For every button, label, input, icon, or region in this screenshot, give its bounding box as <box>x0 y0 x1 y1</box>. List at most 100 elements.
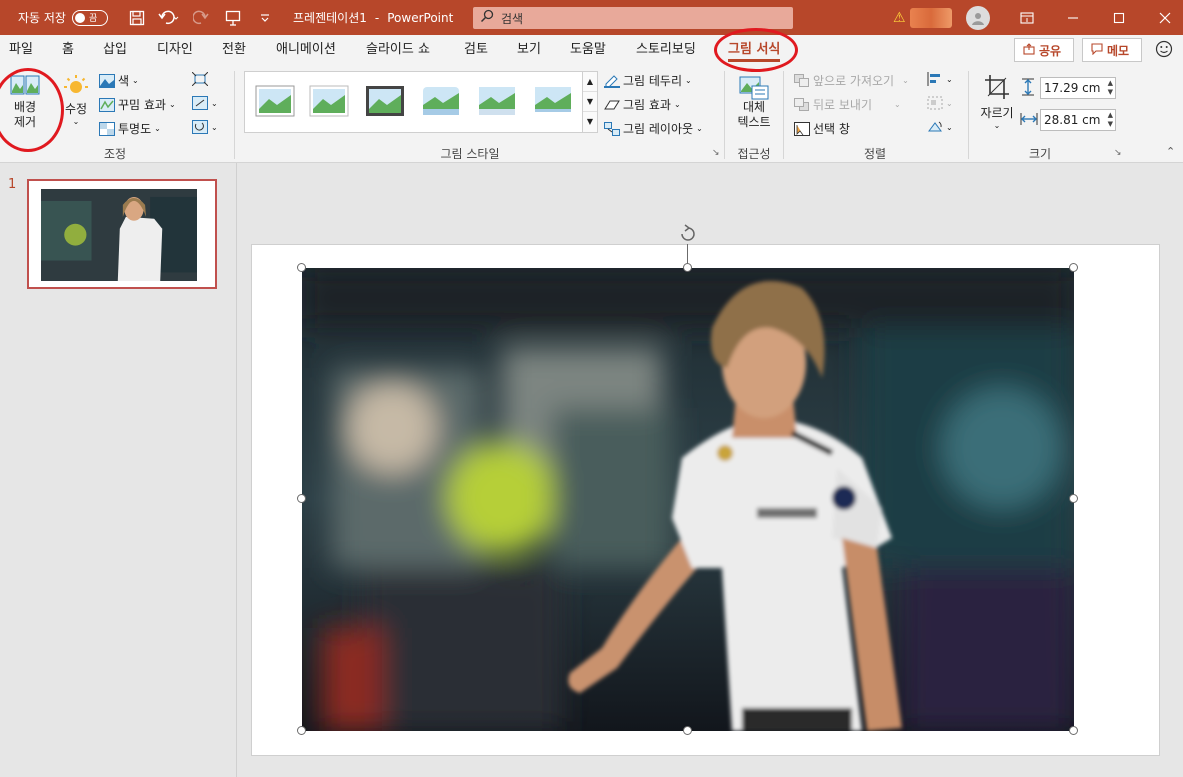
scroll-down-icon[interactable]: ▼ <box>583 92 597 112</box>
maximize-icon[interactable] <box>1096 0 1142 35</box>
width-spinner-icon[interactable]: ▲ ▼ <box>1108 111 1113 129</box>
style-thumb[interactable] <box>421 85 461 117</box>
resize-handle-top-right[interactable] <box>1069 263 1078 272</box>
collapse-ribbon-icon[interactable]: ⌃ <box>1166 145 1175 158</box>
align-button[interactable]: ⌄ <box>927 72 953 86</box>
height-spinner-icon[interactable]: ▲ ▼ <box>1108 79 1113 97</box>
title-separator: - <box>374 10 380 25</box>
bring-forward-label: 앞으로 가져오기 <box>813 74 895 88</box>
arrange-group-label: 정렬 <box>863 147 887 161</box>
width-field[interactable]: 28.81 cm ▲ ▼ <box>1040 109 1116 131</box>
chevron-down-icon: ⌄ <box>685 76 692 85</box>
chevron-down-icon: ⌄ <box>154 124 161 133</box>
tab-insert[interactable]: 삽입 <box>103 35 127 65</box>
resize-handle-bottom[interactable] <box>683 726 692 735</box>
tab-slideshow[interactable]: 슬라이드 쇼 <box>366 35 430 65</box>
tab-review[interactable]: 검토 <box>464 35 488 65</box>
crop-label: 자르기 <box>980 106 1014 120</box>
transparency-button[interactable]: 투명도 ⌄ <box>99 120 161 137</box>
tab-file[interactable]: 파일 <box>9 35 33 65</box>
autosave[interactable]: 자동 저장 끔 <box>18 0 108 35</box>
thumbnail-photo <box>41 189 197 281</box>
picture-layout-button[interactable]: 그림 레이아웃 ⌄ <box>604 120 703 137</box>
resize-handle-right[interactable] <box>1069 494 1078 503</box>
resize-handle-top-left[interactable] <box>297 263 306 272</box>
reset-picture-button[interactable]: ⌄ <box>192 120 218 134</box>
customize-icon[interactable] <box>254 7 276 29</box>
slide-thumbnail[interactable] <box>27 179 217 289</box>
close-icon[interactable] <box>1142 0 1183 35</box>
group-separator <box>783 71 784 159</box>
annotation-circle-picture-format-tab <box>714 28 798 72</box>
gallery-more-icon[interactable]: ▼ <box>583 112 597 132</box>
tab-storyboarding[interactable]: 스토리보딩 <box>636 35 696 65</box>
rotate-handle-icon[interactable] <box>677 224 699 247</box>
align-icon <box>927 72 940 86</box>
chevron-down-icon: ⌄ <box>946 98 953 108</box>
artistic-effects-button[interactable]: 꾸밈 효과 ⌄ <box>99 96 176 113</box>
tab-help[interactable]: 도움말 <box>570 35 606 65</box>
comments-button[interactable]: 메모 <box>1082 38 1142 62</box>
resize-handle-bottom-right[interactable] <box>1069 726 1078 735</box>
dialog-launcher-icon[interactable]: ↘ <box>712 148 720 158</box>
style-thumb[interactable] <box>533 85 573 117</box>
style-thumb[interactable] <box>309 85 349 117</box>
minimize-icon[interactable] <box>1050 0 1096 35</box>
football-player-photo <box>302 268 1074 731</box>
color-button[interactable]: 색 ⌄ <box>99 72 139 89</box>
tab-view[interactable]: 보기 <box>517 35 541 65</box>
picture-layout-icon <box>604 121 620 136</box>
chevron-down-icon: ⌄ <box>946 74 953 84</box>
resize-handle-bottom-left[interactable] <box>297 726 306 735</box>
crop-button[interactable]: 자르기 ⌄ <box>977 73 1017 130</box>
search-icon <box>473 9 501 27</box>
resize-handle-top[interactable] <box>683 263 692 272</box>
reset-picture-icon <box>192 120 208 134</box>
compress-pictures-button[interactable] <box>192 72 211 86</box>
alt-text-button[interactable]: 대체 텍스트 <box>733 73 775 130</box>
gallery-scroll[interactable]: ▲ ▼ ▼ <box>582 71 598 133</box>
warning-icon: ⚠ <box>893 9 906 26</box>
tab-transitions[interactable]: 전환 <box>222 35 246 65</box>
selected-picture[interactable] <box>302 268 1074 731</box>
autosave-toggle[interactable]: 끔 <box>71 9 108 26</box>
picture-effects-button[interactable]: 그림 효과 ⌄ <box>604 96 681 113</box>
comment-icon <box>1091 42 1103 58</box>
tab-home[interactable]: 홈 <box>62 35 74 65</box>
chevron-down-icon: ⌄ <box>894 100 901 109</box>
tab-animations[interactable]: 애니메이션 <box>276 35 336 65</box>
selection-pane-button[interactable]: 선택 창 <box>794 120 850 137</box>
picture-styles-gallery[interactable] <box>244 71 584 133</box>
style-thumb[interactable] <box>477 85 517 117</box>
dialog-launcher-icon[interactable]: ↘ <box>1114 148 1122 158</box>
present-icon[interactable] <box>222 7 244 29</box>
selection-pane-icon <box>794 121 810 136</box>
picture-layout-label: 그림 레이아웃 <box>623 122 694 136</box>
share-button[interactable]: 공유 <box>1014 38 1074 62</box>
comments-label: 메모 <box>1107 43 1130 58</box>
picture-border-button[interactable]: 그림 테두리 ⌄ <box>604 72 692 89</box>
style-thumb[interactable] <box>255 85 295 117</box>
save-icon[interactable] <box>126 7 148 29</box>
bring-forward-button[interactable]: 앞으로 가져오기 ⌄ <box>794 72 909 89</box>
tab-design[interactable]: 디자인 <box>157 35 193 65</box>
undo-icon[interactable] <box>158 7 180 29</box>
group-objects-button[interactable]: ⌄ <box>927 96 953 110</box>
rotate-button[interactable]: ⌄ <box>927 120 953 134</box>
send-backward-button[interactable]: 뒤로 보내기 ⌄ <box>794 96 901 113</box>
scroll-up-icon[interactable]: ▲ <box>583 72 597 92</box>
resize-handle-left[interactable] <box>297 494 306 503</box>
style-thumb[interactable] <box>365 85 405 117</box>
size-group-label: 크기 <box>1028 147 1052 161</box>
avatar[interactable] <box>965 5 990 30</box>
smiley-icon[interactable] <box>1155 40 1173 61</box>
height-value: 17.29 cm <box>1044 81 1101 95</box>
redo-icon[interactable] <box>190 7 212 29</box>
ribbon-display-icon[interactable] <box>1004 0 1050 35</box>
slide-thumbnail-pane: 1 <box>0 163 237 777</box>
change-picture-button[interactable]: ⌄ <box>192 96 218 110</box>
search-box[interactable]: 검색 <box>473 7 793 29</box>
change-picture-icon <box>192 96 208 110</box>
height-field[interactable]: 17.29 cm ▲ ▼ <box>1040 77 1116 99</box>
corrections-button[interactable]: 수정 ⌄ <box>58 73 94 126</box>
